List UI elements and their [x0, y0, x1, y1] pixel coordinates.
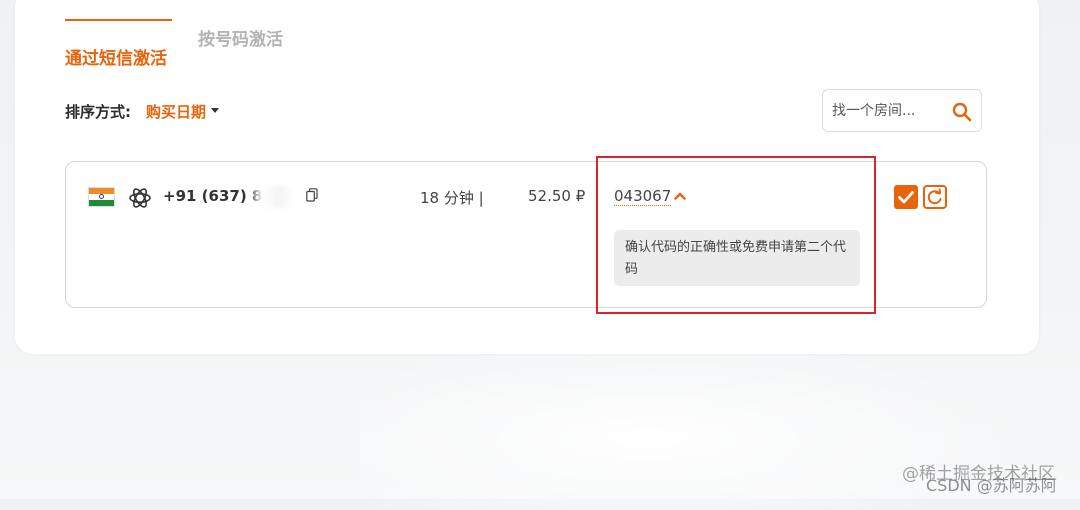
tab-sms-activation[interactable]: 通过短信激活 — [65, 44, 167, 69]
sort-dropdown[interactable]: 购买日期 — [146, 101, 220, 122]
tab-number-activation[interactable]: 按号码激活 — [198, 25, 283, 50]
refresh-button[interactable] — [923, 185, 947, 209]
watermark-csdn: CSDN @苏阿苏阿 — [926, 476, 1057, 495]
search-icon[interactable] — [951, 101, 973, 123]
sort-value: 购买日期 — [146, 103, 207, 121]
search-input[interactable] — [832, 100, 942, 122]
caret-down-icon — [211, 108, 220, 113]
refresh-icon — [927, 188, 942, 205]
active-tab-indicator — [65, 19, 172, 21]
phone-number: +91 (637) 8 — [163, 187, 263, 205]
phone-redaction — [252, 186, 304, 208]
confirm-button[interactable] — [894, 185, 918, 209]
openai-logo-icon — [129, 188, 151, 208]
time-remaining: 18 分钟 | — [420, 189, 484, 207]
copy-icon[interactable] — [306, 188, 318, 202]
search-box — [822, 89, 982, 132]
order-price: 52.50 ₽ — [528, 187, 586, 205]
checkmark-icon — [898, 191, 914, 204]
sort-label: 排序方式: — [65, 103, 131, 121]
annotation-highlight-box — [596, 156, 876, 314]
india-flag-icon — [88, 187, 115, 207]
